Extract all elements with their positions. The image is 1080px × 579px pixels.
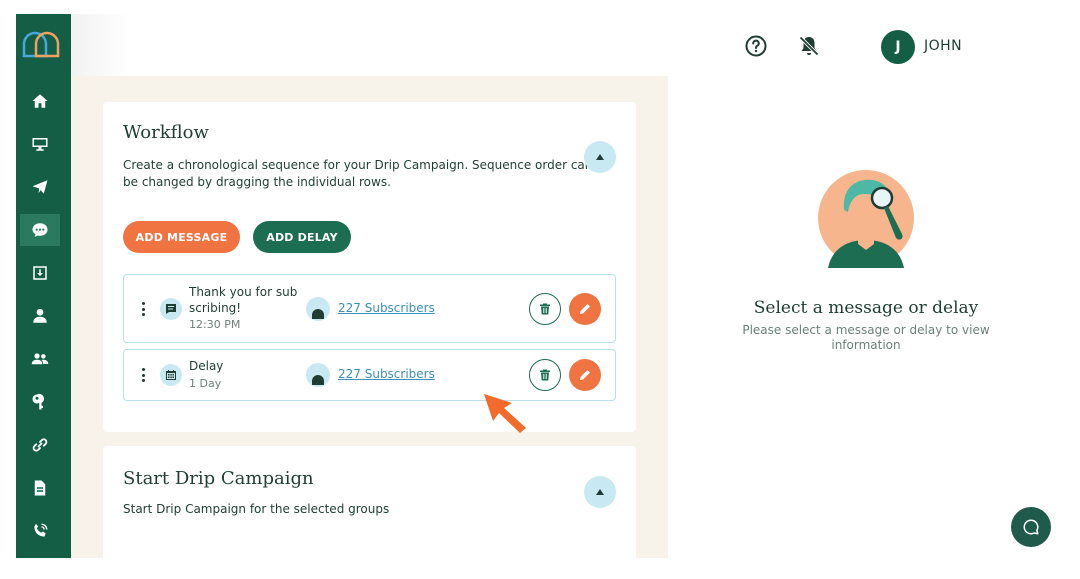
add-message-button[interactable]: ADD MESSAGE <box>123 221 240 253</box>
sidebar-item-groups[interactable] <box>20 343 60 375</box>
row-name-line1: Thank you for sub <box>189 285 298 299</box>
person-magnifier-illustration <box>818 170 914 268</box>
sidebar <box>16 14 71 558</box>
start-drip-title: Start Drip Campaign <box>123 468 314 489</box>
main-content: Workflow Create a chronological sequence… <box>71 76 668 558</box>
help-circle-icon[interactable] <box>744 34 768 58</box>
subscribers-avatar-icon <box>306 363 330 387</box>
link-icon <box>32 438 48 452</box>
subscribers-avatar-icon <box>306 297 330 321</box>
app-logo <box>22 31 60 58</box>
bell-off-icon[interactable] <box>797 34 821 58</box>
start-drip-card: Start Drip Campaign Start Drip Campaign … <box>103 446 636 558</box>
workflow-collapse-button[interactable] <box>584 141 616 173</box>
chevron-up-icon <box>596 489 604 495</box>
sidebar-item-inbox[interactable] <box>20 257 60 289</box>
row-name-line2: scribing! <box>189 301 242 315</box>
row-time: 12:30 PM <box>189 318 241 331</box>
subscribers-link[interactable]: 227 Subscribers <box>338 301 435 315</box>
delete-button[interactable] <box>529 293 561 325</box>
start-drip-description: Start Drip Campaign for the selected gro… <box>123 502 390 516</box>
edit-button[interactable] <box>569 293 601 325</box>
empty-state-title: Select a message or delay <box>753 298 979 318</box>
top-bar: J JOHN <box>71 14 1064 76</box>
row-name: Delay <box>189 359 224 373</box>
drag-handle-icon[interactable] <box>142 302 146 319</box>
delete-button[interactable] <box>529 359 561 391</box>
chevron-up-icon <box>596 154 604 160</box>
message-icon <box>160 298 182 320</box>
key-icon <box>32 393 45 410</box>
chat-bubble-icon <box>1023 519 1039 535</box>
subscribers-link[interactable]: 227 Subscribers <box>338 367 435 381</box>
add-delay-button[interactable]: ADD DELAY <box>253 221 351 253</box>
trash-icon <box>540 369 550 381</box>
topbar-shadow <box>71 14 131 76</box>
sidebar-item-send[interactable] <box>20 171 60 203</box>
send-icon <box>32 180 48 194</box>
user-icon <box>33 308 47 323</box>
app-frame: J JOHN Workflow Create a chronological s… <box>16 14 1064 558</box>
workflow-description: Create a chronological sequence for your… <box>123 158 593 189</box>
pencil-icon <box>580 304 590 314</box>
sidebar-item-home[interactable] <box>20 85 60 117</box>
start-drip-collapse-button[interactable] <box>584 476 616 508</box>
document-icon <box>34 480 46 496</box>
sidebar-item-calls[interactable] <box>20 515 60 547</box>
sidebar-item-keys[interactable] <box>20 386 60 418</box>
chat-icon <box>32 223 48 237</box>
sidebar-item-profile[interactable] <box>20 300 60 332</box>
pencil-icon <box>580 370 590 380</box>
row-duration: 1 Day <box>189 377 222 390</box>
phone-icon <box>34 523 48 537</box>
workflow-row-delay[interactable]: Delay 1 Day 227 Subscribers <box>123 349 616 401</box>
workflow-card: Workflow Create a chronological sequence… <box>103 102 636 432</box>
trash-icon <box>540 303 550 315</box>
sidebar-item-chat[interactable] <box>20 214 60 246</box>
row-name: Thank you for sub scribing! <box>189 284 309 316</box>
detail-panel: Select a message or delay Please select … <box>668 76 1064 558</box>
sidebar-item-links[interactable] <box>20 429 60 461</box>
workflow-title: Workflow <box>123 122 209 143</box>
inbox-icon <box>33 266 47 280</box>
sidebar-item-documents[interactable] <box>20 472 60 504</box>
home-icon <box>32 94 48 108</box>
monitor-icon <box>32 138 48 151</box>
avatar[interactable]: J <box>881 30 915 64</box>
username[interactable]: JOHN <box>924 38 962 54</box>
drag-handle-icon[interactable] <box>142 368 146 385</box>
chat-support-button[interactable] <box>1011 507 1051 547</box>
calendar-icon <box>160 364 182 386</box>
workflow-row-message[interactable]: Thank you for sub scribing! 12:30 PM 227… <box>123 274 616 343</box>
edit-button[interactable] <box>569 359 601 391</box>
sidebar-item-monitor[interactable] <box>20 128 60 160</box>
group-icon <box>31 353 49 365</box>
cursor-arrow-icon <box>484 394 526 433</box>
empty-state-description: Please select a message or delay to view… <box>742 323 990 352</box>
